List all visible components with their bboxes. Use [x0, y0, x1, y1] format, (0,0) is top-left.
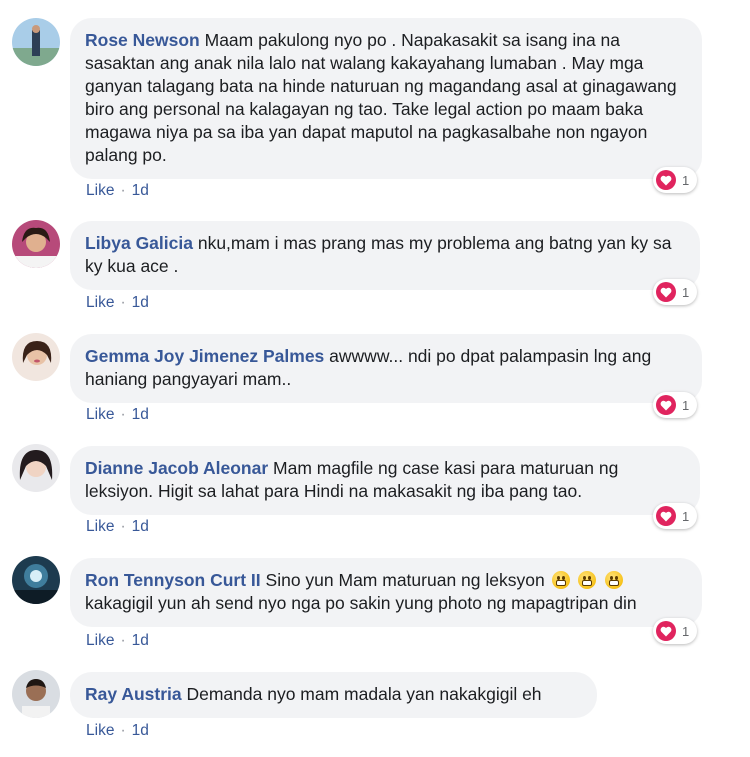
comment-actions: Like · 1d: [86, 294, 149, 312]
grimacing-face-emoji: [551, 571, 570, 589]
comment-timestamp[interactable]: 1d: [132, 294, 149, 311]
like-button[interactable]: Like: [86, 722, 114, 739]
comment-actions: Like · 1d: [86, 406, 149, 424]
comment-bubble: Dianne Jacob Aleonar Mam magfile ng case…: [70, 446, 700, 515]
reaction-badge[interactable]: 1: [653, 279, 698, 305]
separator-dot: ·: [120, 294, 126, 311]
heart-reaction-icon: [656, 621, 676, 641]
reaction-count: 1: [682, 397, 690, 413]
reaction-badge[interactable]: 1: [653, 503, 698, 529]
reaction-count: 1: [682, 172, 690, 188]
like-button[interactable]: Like: [86, 182, 114, 199]
comment-actions: Like · 1d: [86, 182, 149, 200]
comment-actions: Like · 1d: [86, 722, 149, 740]
avatar[interactable]: [12, 18, 60, 66]
reaction-count: 1: [682, 623, 690, 639]
comment-timestamp[interactable]: 1d: [132, 182, 149, 199]
avatar[interactable]: [12, 444, 60, 492]
comment-actions: Like · 1d: [86, 632, 149, 650]
heart-reaction-icon: [656, 395, 676, 415]
comment-author[interactable]: Ray Austria: [85, 684, 182, 704]
avatar[interactable]: [12, 556, 60, 604]
like-button[interactable]: Like: [86, 632, 114, 649]
heart-reaction-icon: [656, 506, 676, 526]
reaction-badge[interactable]: 1: [653, 392, 698, 418]
comment-author[interactable]: Dianne Jacob Aleonar: [85, 458, 268, 478]
comment-timestamp[interactable]: 1d: [132, 722, 149, 739]
reaction-badge[interactable]: 1: [653, 167, 698, 193]
grimacing-face-emoji: [605, 571, 624, 589]
comment-bubble: Ron Tennyson Curt II Sino yun Mam maturu…: [70, 558, 702, 627]
comment-bubble: Rose Newson Maam pakulong nyo po . Napak…: [70, 18, 702, 179]
avatar[interactable]: [12, 220, 60, 268]
comment-bubble: Gemma Joy Jimenez Palmes awwww... ndi po…: [70, 334, 702, 403]
grimacing-face-emoji: [578, 571, 597, 589]
comment-text: Demanda nyo mam madala yan nakakgigil eh: [186, 684, 542, 704]
comment-timestamp[interactable]: 1d: [132, 518, 149, 535]
comment-actions: Like · 1d: [86, 518, 149, 536]
separator-dot: ·: [120, 632, 126, 649]
comment-text: Sino yun Mam maturuan ng leksyon: [265, 570, 545, 590]
reaction-count: 1: [682, 508, 690, 524]
like-button[interactable]: Like: [86, 518, 114, 535]
comment-author[interactable]: Ron Tennyson Curt II: [85, 570, 261, 590]
comment-timestamp[interactable]: 1d: [132, 632, 149, 649]
separator-dot: ·: [120, 722, 126, 739]
reaction-count: 1: [682, 284, 690, 300]
comment-text-continued: kakagigil yun ah send nyo nga po sakin y…: [85, 593, 637, 613]
reaction-badge[interactable]: 1: [653, 618, 698, 644]
heart-reaction-icon: [656, 282, 676, 302]
like-button[interactable]: Like: [86, 294, 114, 311]
comment-bubble: Ray Austria Demanda nyo mam madala yan n…: [70, 672, 597, 718]
comment-author[interactable]: Gemma Joy Jimenez Palmes: [85, 346, 324, 366]
avatar[interactable]: [12, 670, 60, 718]
comment-timestamp[interactable]: 1d: [132, 406, 149, 423]
separator-dot: ·: [120, 182, 126, 199]
like-button[interactable]: Like: [86, 406, 114, 423]
comment-bubble: Libya Galicia nku,mam i mas prang mas my…: [70, 221, 700, 290]
comment-author[interactable]: Libya Galicia: [85, 233, 193, 253]
comment-text: Maam pakulong nyo po . Napakasakit sa is…: [85, 30, 677, 165]
comment-author[interactable]: Rose Newson: [85, 30, 200, 50]
separator-dot: ·: [120, 518, 126, 535]
avatar[interactable]: [12, 333, 60, 381]
separator-dot: ·: [120, 406, 126, 423]
heart-reaction-icon: [656, 170, 676, 190]
